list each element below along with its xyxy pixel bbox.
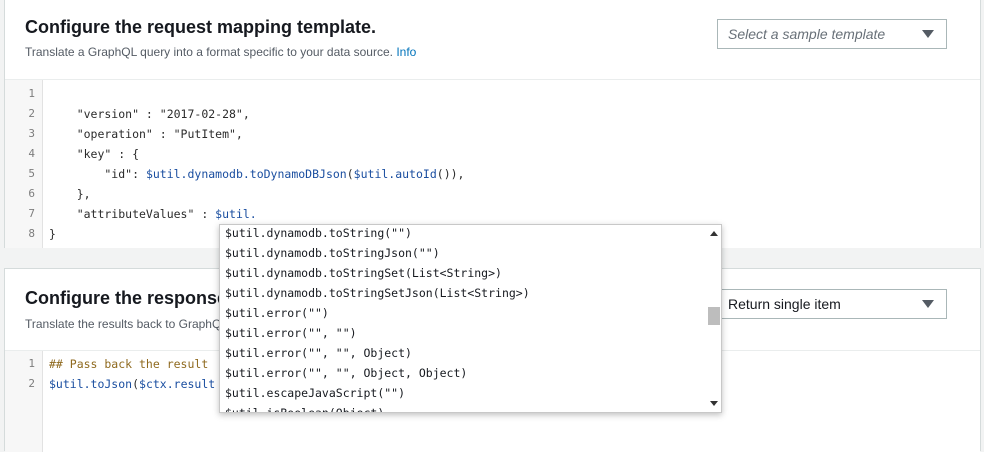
code-text: "version" : "2017-02-28", <box>49 107 250 121</box>
return-type-select-value: Return single item <box>728 296 841 312</box>
autocomplete-item[interactable]: $util.error("", "") <box>220 323 707 343</box>
caret-down-icon <box>922 300 934 308</box>
code-text: "operation" : "PutItem", <box>49 127 243 141</box>
autocomplete-item[interactable]: $util.dynamodb.toStringSetJson(List<Stri… <box>220 283 707 303</box>
line-number: 8 <box>28 227 35 240</box>
code-line[interactable]: 5 "id": $util.dynamodb.toDynamoDBJson($u… <box>5 164 980 184</box>
sample-template-select[interactable]: Select a sample template <box>717 19 947 49</box>
info-link[interactable]: Info <box>396 45 416 59</box>
code-text: } <box>49 227 56 241</box>
autocomplete-item[interactable]: $util.error("", "", Object, Object) <box>220 363 707 383</box>
line-number: 2 <box>28 377 35 390</box>
autocomplete-item[interactable]: $util.error("", "", Object) <box>220 343 707 363</box>
autocomplete-item[interactable]: $util.escapeJavaScript("") <box>220 383 707 403</box>
sample-template-select-value: Select a sample template <box>728 26 886 42</box>
scroll-up-arrow-icon[interactable] <box>710 231 718 236</box>
code-line[interactable]: 6 }, <box>5 184 980 204</box>
line-number: 1 <box>28 357 35 370</box>
code-text: "attributeValues" : $util. <box>49 207 257 221</box>
code-text: $util.toJson($ctx.result <box>49 377 216 391</box>
code-text: "key" : { <box>49 147 140 161</box>
line-number: 2 <box>28 107 35 120</box>
request-mapping-panel: Configure the request mapping template. … <box>4 0 981 248</box>
line-number: 6 <box>28 187 35 200</box>
autocomplete-scrollbar[interactable] <box>707 225 721 412</box>
caret-down-icon <box>922 30 934 38</box>
autocomplete-dropdown[interactable]: $util.dynamodb.toString("") $util.dynamod… <box>219 224 722 413</box>
line-number: 4 <box>28 147 35 160</box>
code-line[interactable]: 2 "version" : "2017-02-28", <box>5 104 980 124</box>
autocomplete-item[interactable]: $util.isBoolean(Object) <box>220 403 707 412</box>
request-mapping-title: Configure the request mapping template. <box>25 17 377 37</box>
scrollbar-thumb[interactable] <box>708 307 720 325</box>
autocomplete-item[interactable]: $util.dynamodb.toStringJson("") <box>220 243 707 263</box>
code-text: "id": $util.dynamodb.toDynamoDBJson($uti… <box>49 167 465 181</box>
autocomplete-item[interactable]: $util.error("") <box>220 303 707 323</box>
scroll-down-arrow-icon[interactable] <box>710 401 718 406</box>
code-line[interactable]: 1 <box>5 84 980 104</box>
code-line[interactable]: 4 "key" : { <box>5 144 980 164</box>
line-number: 7 <box>28 207 35 220</box>
autocomplete-item[interactable]: $util.dynamodb.toString("") <box>220 225 707 243</box>
response-mapping-subtitle: Translate the results back to GraphQ <box>25 317 222 331</box>
autocomplete-item[interactable]: $util.dynamodb.toStringSet(List<String>) <box>220 263 707 283</box>
request-mapping-subtitle: Translate a GraphQL query into a format … <box>25 45 416 59</box>
line-number: 5 <box>28 167 35 180</box>
request-code-editor[interactable]: 12 "version" : "2017-02-28", 3 "operation… <box>5 79 980 248</box>
response-mapping-title: Configure the response <box>25 288 228 308</box>
line-number: 3 <box>28 127 35 140</box>
return-type-select[interactable]: Return single item <box>717 289 947 319</box>
code-text: ## Pass back the result <box>49 357 209 371</box>
code-line[interactable]: 3 "operation" : "PutItem", <box>5 124 980 144</box>
request-mapping-description: Translate a GraphQL query into a format … <box>25 45 393 59</box>
line-number: 1 <box>28 87 35 100</box>
code-text: }, <box>49 187 91 201</box>
code-line[interactable]: 7 "attributeValues" : $util. <box>5 204 980 224</box>
